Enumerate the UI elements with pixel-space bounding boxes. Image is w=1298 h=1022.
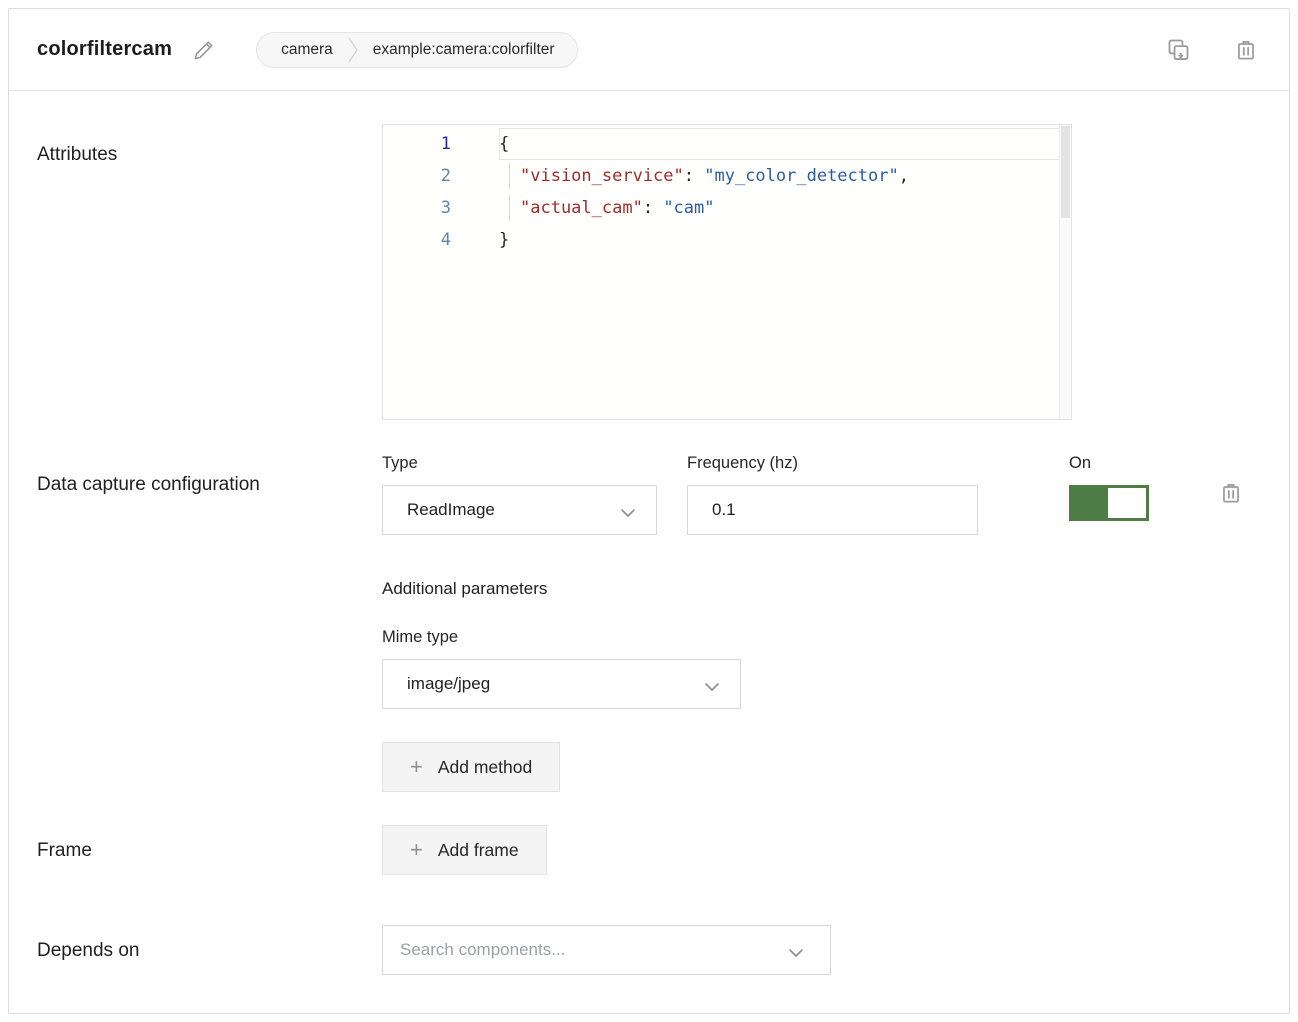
code-line[interactable]: "actual_cam": "cam" xyxy=(499,192,1071,224)
depends-on-section: Depends on Search components... xyxy=(37,925,1261,975)
add-method-button[interactable]: + Add method xyxy=(382,742,560,792)
breadcrumb-category: camera xyxy=(281,41,333,59)
data-capture-section: Data capture configuration Type ReadImag… xyxy=(37,454,1261,792)
duplicate-component-button[interactable] xyxy=(1163,35,1193,65)
component-name: colorfiltercam xyxy=(37,38,172,61)
indent-guide-line xyxy=(509,163,510,189)
editor-scrollbar[interactable] xyxy=(1059,125,1071,419)
code-token-key: "actual_cam" xyxy=(520,198,643,218)
capture-type-value: ReadImage xyxy=(407,500,495,520)
frame-section: Frame + Add frame xyxy=(37,825,1261,875)
code-token-string: "my_color_detector" xyxy=(704,166,898,186)
code-token-punct: : xyxy=(684,166,704,186)
editor-gutter: 1234 xyxy=(383,125,499,419)
add-frame-button[interactable]: + Add frame xyxy=(382,825,547,875)
pencil-icon xyxy=(192,38,216,62)
attributes-json-editor[interactable]: 1234 { "vision_service": "my_color_detect… xyxy=(382,124,1072,420)
chevron-down-icon xyxy=(788,944,804,964)
add-frame-label: Add frame xyxy=(438,840,519,861)
editor-scrollbar-thumb[interactable] xyxy=(1061,126,1070,218)
frequency-input[interactable] xyxy=(687,485,978,535)
depends-on-label: Depends on xyxy=(37,925,382,975)
card-body: Attributes 1234 { "vision_service": "my_c… xyxy=(9,124,1289,975)
mime-type-label: Mime type xyxy=(382,628,1261,647)
additional-parameters-label: Additional parameters xyxy=(382,579,1261,599)
type-label: Type xyxy=(382,454,657,473)
mime-type-select[interactable]: image/jpeg xyxy=(382,659,741,709)
breadcrumb-model: example:camera:colorfilter xyxy=(373,41,555,59)
code-token-punct: { xyxy=(499,134,509,154)
chevron-down-icon xyxy=(704,678,720,698)
plus-icon: + xyxy=(410,756,423,778)
code-token-punct: , xyxy=(899,166,909,186)
plus-icon: + xyxy=(410,839,423,861)
code-token-string: "cam" xyxy=(663,198,714,218)
chevron-down-icon xyxy=(620,504,636,524)
chevron-right-icon xyxy=(347,35,359,65)
toggle-label: On xyxy=(1069,454,1149,473)
frequency-label: Frequency (hz) xyxy=(687,454,978,473)
capture-type-select[interactable]: ReadImage xyxy=(382,485,657,535)
code-token-key: "vision_service" xyxy=(520,166,684,186)
mime-type-value: image/jpeg xyxy=(407,674,490,694)
code-token-punct: : xyxy=(643,198,663,218)
duplicate-icon xyxy=(1165,36,1192,63)
attributes-section: Attributes 1234 { "vision_service": "my_c… xyxy=(37,124,1261,420)
capture-on-toggle[interactable] xyxy=(1069,485,1149,521)
breadcrumb: camera example:camera:colorfilter xyxy=(256,32,577,68)
editor-code[interactable]: {"vision_service": "my_color_detector","… xyxy=(499,125,1071,419)
code-line[interactable]: "vision_service": "my_color_detector", xyxy=(499,160,1071,192)
add-method-label: Add method xyxy=(438,757,532,778)
code-token-punct: } xyxy=(499,230,509,250)
depends-on-select[interactable]: Search components... xyxy=(382,925,831,975)
card-header: colorfiltercam camera example:camera:col… xyxy=(9,9,1289,91)
code-line[interactable]: } xyxy=(499,224,1071,256)
code-line[interactable]: { xyxy=(499,128,1071,160)
line-number: 3 xyxy=(383,192,499,224)
delete-component-button[interactable] xyxy=(1231,35,1261,65)
line-number: 2 xyxy=(383,160,499,192)
line-number: 4 xyxy=(383,224,499,256)
depends-on-placeholder: Search components... xyxy=(400,940,565,960)
data-capture-label: Data capture configuration xyxy=(37,454,382,792)
attributes-label: Attributes xyxy=(37,124,382,420)
toggle-knob xyxy=(1108,488,1146,518)
trash-icon xyxy=(1233,37,1259,63)
capture-method-row: Type ReadImage Frequency (hz) On xyxy=(382,454,1261,535)
rename-button[interactable] xyxy=(190,36,218,64)
line-number: 1 xyxy=(383,128,499,160)
frame-label: Frame xyxy=(37,825,382,875)
delete-capture-method-button[interactable] xyxy=(1216,478,1246,508)
component-config-card: colorfiltercam camera example:camera:col… xyxy=(8,8,1290,1014)
indent-guide-line xyxy=(509,195,510,221)
trash-icon xyxy=(1218,480,1244,506)
